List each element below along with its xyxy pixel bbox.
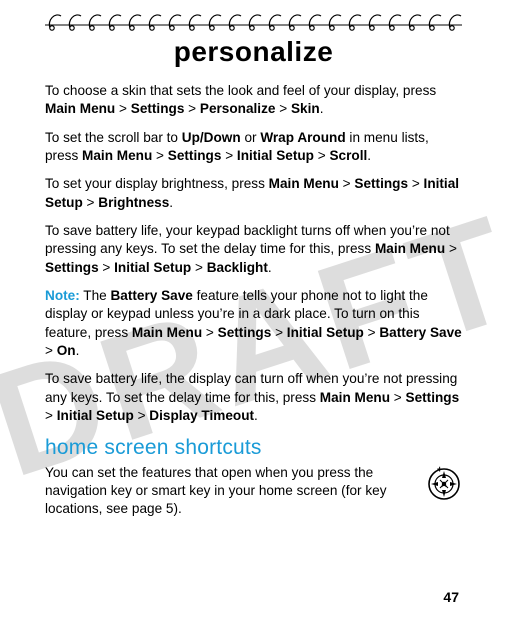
text: To choose a skin that sets the look and … <box>45 83 436 98</box>
period: . <box>268 260 272 275</box>
menu-path-item: Main Menu <box>45 101 115 116</box>
menu-path-item: Settings <box>218 325 272 340</box>
menu-path-item: Initial Setup <box>57 408 134 423</box>
gt: > <box>188 101 196 116</box>
gt: > <box>138 408 146 423</box>
menu-path-item: Backlight <box>207 260 268 275</box>
gt: > <box>368 325 376 340</box>
paragraph-display-timeout: To save battery life, the display can tu… <box>45 370 462 425</box>
gt: > <box>87 195 95 210</box>
menu-path-item: Scroll <box>329 148 367 163</box>
gt: > <box>45 408 53 423</box>
feature-name: Battery Save <box>110 288 192 303</box>
section-heading-shortcuts: home screen shortcuts <box>45 436 462 460</box>
gt: > <box>394 390 402 405</box>
shortcut-row: You can set the features that open when … <box>45 464 462 529</box>
period: . <box>169 195 173 210</box>
gt: > <box>449 241 457 256</box>
menu-path-item: Main Menu <box>132 325 202 340</box>
page-content: personalize To choose a skin that sets t… <box>0 0 507 539</box>
text: The <box>80 288 111 303</box>
paragraph-shortcuts: You can set the features that open when … <box>45 464 412 519</box>
menu-path-item: Main Menu <box>82 148 152 163</box>
menu-path-item: On <box>57 343 76 358</box>
gt: > <box>318 148 326 163</box>
gt: > <box>102 260 110 275</box>
menu-path-item: Initial Setup <box>114 260 191 275</box>
menu-path-item: Settings <box>406 390 460 405</box>
gt: > <box>195 260 203 275</box>
option: Wrap Around <box>260 130 345 145</box>
menu-path-item: Display Timeout <box>149 408 254 423</box>
menu-path-item: Initial Setup <box>287 325 364 340</box>
svg-text:+: + <box>437 466 442 474</box>
spiral-binding-graphic <box>45 10 462 32</box>
gt: > <box>225 148 233 163</box>
menu-path-item: Main Menu <box>269 176 339 191</box>
navigation-compass-icon: + <box>426 466 462 502</box>
gt: > <box>156 148 164 163</box>
page-number: 47 <box>443 589 459 605</box>
menu-path-item: Battery Save <box>379 325 461 340</box>
page-title: personalize <box>45 36 462 68</box>
gt: > <box>275 325 283 340</box>
menu-path-item: Settings <box>131 101 185 116</box>
gt: > <box>412 176 420 191</box>
text: or <box>241 130 261 145</box>
text: To set the scroll bar to <box>45 130 182 145</box>
menu-path-item: Settings <box>45 260 99 275</box>
option: Up/Down <box>182 130 241 145</box>
paragraph-skin: To choose a skin that sets the look and … <box>45 82 462 119</box>
gt: > <box>343 176 351 191</box>
paragraph-backlight: To save battery life, your keypad backli… <box>45 222 462 277</box>
paragraph-battery-save-note: Note: The Battery Save feature tells you… <box>45 287 462 360</box>
menu-path-item: Main Menu <box>320 390 390 405</box>
menu-path-item: Skin <box>291 101 320 116</box>
period: . <box>320 101 324 116</box>
menu-path-item: Initial Setup <box>237 148 314 163</box>
gt: > <box>119 101 127 116</box>
menu-path-item: Personalize <box>200 101 276 116</box>
period: . <box>254 408 258 423</box>
menu-path-item: Settings <box>354 176 408 191</box>
note-label: Note: <box>45 288 80 303</box>
paragraph-brightness: To set your display brightness, press Ma… <box>45 175 462 212</box>
menu-path-item: Brightness <box>98 195 169 210</box>
gt: > <box>206 325 214 340</box>
period: . <box>367 148 371 163</box>
text: To set your display brightness, press <box>45 176 269 191</box>
menu-path-item: Main Menu <box>375 241 445 256</box>
paragraph-scroll: To set the scroll bar to Up/Down or Wrap… <box>45 129 462 166</box>
period: . <box>76 343 80 358</box>
menu-path-item: Settings <box>168 148 222 163</box>
gt: > <box>45 343 53 358</box>
gt: > <box>279 101 287 116</box>
